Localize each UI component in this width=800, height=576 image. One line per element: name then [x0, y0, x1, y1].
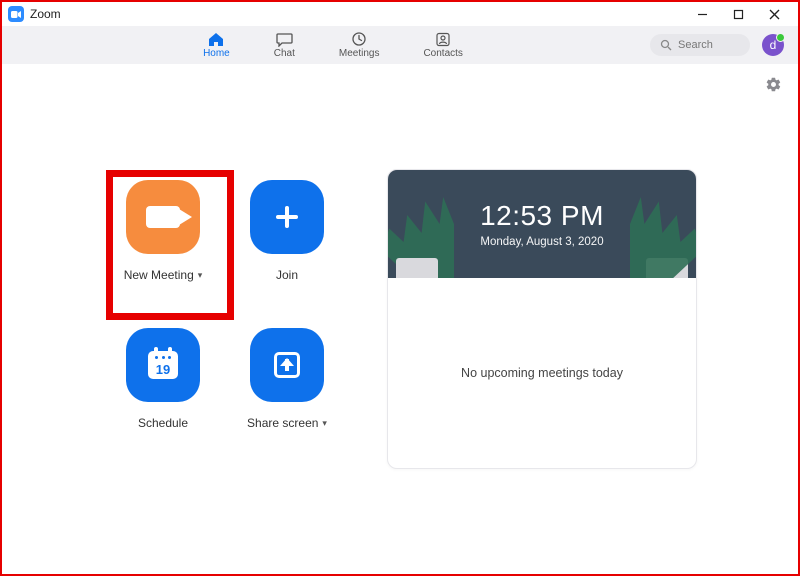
- join-button[interactable]: [250, 180, 324, 254]
- current-time: 12:53 PM: [480, 200, 604, 232]
- tab-label: Meetings: [339, 48, 380, 59]
- tile-new-meeting: New Meeting ▾: [103, 180, 223, 310]
- tab-label: Home: [203, 48, 230, 59]
- plus-icon: [273, 203, 301, 231]
- new-meeting-button[interactable]: [126, 180, 200, 254]
- contacts-icon: [434, 31, 452, 47]
- app-window: Zoom Home Chat: [0, 0, 800, 576]
- tile-share-screen: Share screen ▾: [227, 328, 347, 458]
- tile-schedule: 19 Schedule: [103, 328, 223, 458]
- chevron-down-icon: ▾: [198, 270, 203, 281]
- search-input[interactable]: Search: [650, 34, 750, 56]
- avatar-initial: d: [770, 38, 777, 52]
- close-button[interactable]: [756, 2, 792, 26]
- schedule-panel: 12:53 PM Monday, August 3, 2020 No upcom…: [387, 169, 697, 469]
- share-screen-button[interactable]: [250, 328, 324, 402]
- calendar-icon: 19: [148, 351, 178, 379]
- panel-header: 12:53 PM Monday, August 3, 2020: [388, 170, 696, 278]
- avatar[interactable]: d: [762, 34, 784, 56]
- schedule-button[interactable]: 19: [126, 328, 200, 402]
- chat-icon: [275, 31, 293, 47]
- tab-label: Chat: [274, 48, 295, 59]
- content-area: New Meeting ▾ Join: [2, 64, 798, 574]
- tab-label: Contacts: [423, 48, 462, 59]
- action-tiles: New Meeting ▾ Join: [103, 180, 347, 458]
- tab-chat[interactable]: Chat: [274, 31, 295, 59]
- tab-meetings[interactable]: Meetings: [339, 31, 380, 59]
- titlebar: Zoom: [2, 2, 798, 26]
- video-icon: [146, 206, 180, 228]
- tile-label-row: Schedule: [138, 416, 188, 430]
- minimize-button[interactable]: [684, 2, 720, 26]
- search-icon: [660, 39, 672, 51]
- nav-tabs: Home Chat Meetings Contacts: [16, 31, 650, 59]
- panel-body: No upcoming meetings today: [388, 278, 696, 468]
- tile-label-row: Join: [276, 268, 298, 282]
- navbar: Home Chat Meetings Contacts: [2, 26, 798, 64]
- tab-contacts[interactable]: Contacts: [423, 31, 462, 59]
- calendar-day: 19: [156, 362, 170, 377]
- tile-label-row[interactable]: New Meeting ▾: [124, 268, 203, 282]
- search-placeholder: Search: [678, 39, 713, 51]
- window-title: Zoom: [30, 7, 61, 21]
- main-layout: New Meeting ▾ Join: [2, 64, 798, 574]
- tile-label: Join: [276, 268, 298, 282]
- tile-label: Schedule: [138, 416, 188, 430]
- clock-icon: [350, 31, 368, 47]
- arrow-up-icon: [274, 352, 300, 378]
- chevron-down-icon: ▾: [322, 418, 327, 429]
- empty-meetings-message: No upcoming meetings today: [461, 366, 623, 380]
- tile-label: Share screen: [247, 416, 318, 430]
- tab-home[interactable]: Home: [203, 31, 230, 59]
- tile-label: New Meeting: [124, 268, 194, 282]
- home-icon: [207, 31, 225, 47]
- tile-label-row[interactable]: Share screen ▾: [247, 416, 327, 430]
- app-icon: [8, 6, 24, 22]
- tile-join: Join: [227, 180, 347, 310]
- current-date: Monday, August 3, 2020: [480, 236, 603, 248]
- maximize-button[interactable]: [720, 2, 756, 26]
